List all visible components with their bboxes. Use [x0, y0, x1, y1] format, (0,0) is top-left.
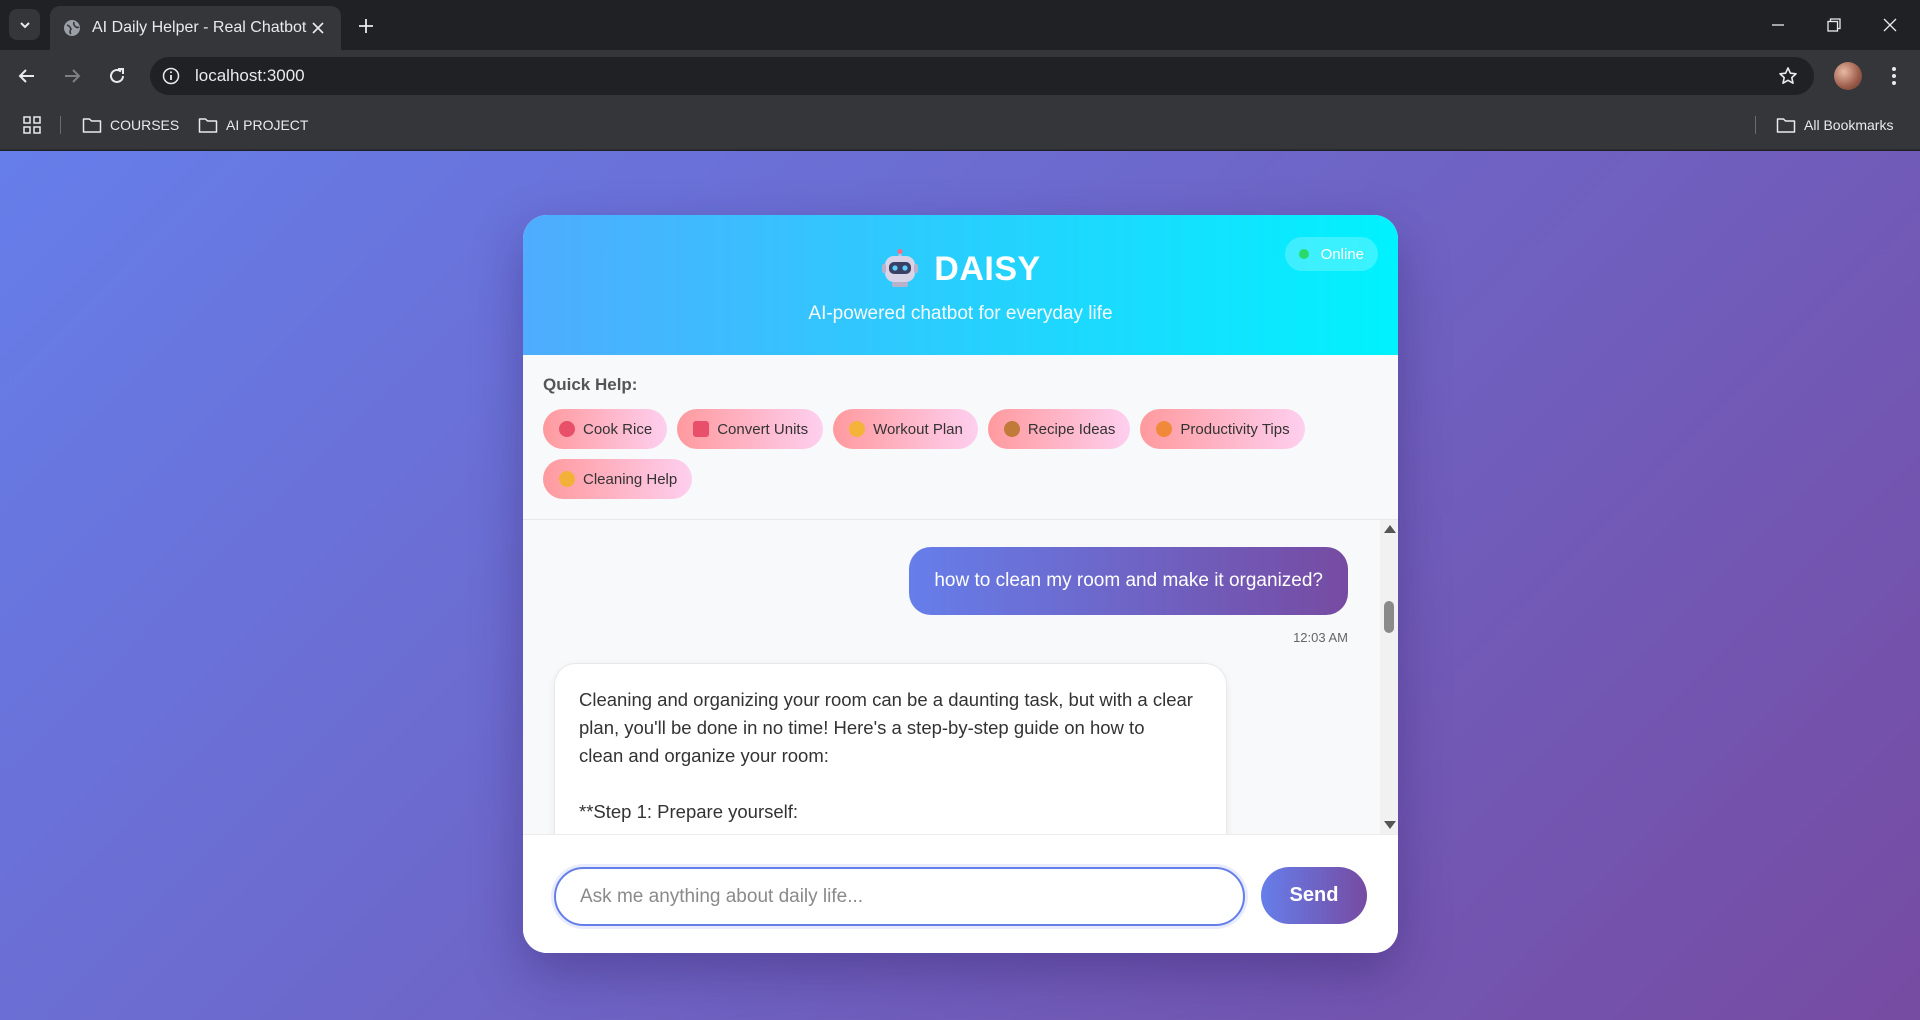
bookmark-folder-ai-project[interactable]: AI PROJECT: [198, 113, 308, 137]
sponge-icon: [559, 471, 575, 487]
quick-action-productivity-tips[interactable]: Productivity Tips: [1140, 409, 1305, 449]
chevron-down-icon: [19, 21, 30, 28]
chat-title: DAISY: [934, 249, 1041, 288]
arrow-left-icon: [18, 69, 34, 83]
site-info-button[interactable]: [153, 58, 189, 94]
plus-icon: [359, 19, 373, 33]
minimize-icon: [1772, 24, 1784, 26]
status-text: Online: [1320, 245, 1364, 263]
robot-icon: [882, 249, 919, 287]
rice-bowl-icon: [559, 421, 575, 437]
chip-label: Cook Rice: [583, 420, 653, 438]
bot-message-bubble: Cleaning and organizing your room can be…: [554, 663, 1227, 834]
quick-help-chips: Cook Rice Convert Units Workout Plan Rec…: [543, 409, 1363, 509]
restore-button[interactable]: [1806, 0, 1862, 50]
folder-icon: [1776, 118, 1796, 133]
folder-icon: [198, 118, 218, 133]
send-button[interactable]: Send: [1261, 867, 1367, 924]
bulb-icon: [1156, 421, 1173, 437]
tab-close-button[interactable]: [307, 17, 329, 39]
scrollbar-thumb[interactable]: [1384, 601, 1394, 633]
browser-tab[interactable]: AI Daily Helper - Real Chatbot: [50, 6, 341, 50]
close-window-button[interactable]: [1862, 0, 1918, 50]
bookmarks-bar: COURSES AI PROJECT All Bookmarks: [0, 100, 1920, 150]
all-bookmarks-button[interactable]: All Bookmarks: [1776, 113, 1893, 137]
chat-header: DAISY AI-powered chatbot for everyday li…: [523, 215, 1398, 355]
all-bookmarks-label: All Bookmarks: [1804, 117, 1894, 133]
status-dot-icon: [1298, 249, 1309, 259]
forward-button[interactable]: [56, 60, 88, 92]
chip-label: Cleaning Help: [583, 470, 678, 488]
status-badge: Online: [1284, 237, 1378, 271]
herb-icon: [1003, 421, 1020, 437]
restore-icon: [1827, 18, 1841, 32]
bookmark-folder-courses[interactable]: COURSES: [82, 113, 179, 137]
bot-message-line: Cleaning and organizing your room can be…: [579, 689, 1193, 710]
bot-message-line: clean and organize your room:: [579, 745, 829, 766]
folder-icon: [82, 118, 102, 133]
apps-button[interactable]: [22, 113, 50, 137]
close-icon: [312, 22, 324, 34]
bookmark-star-button[interactable]: [1770, 58, 1806, 94]
bookmark-label: COURSES: [110, 117, 180, 133]
close-icon: [1883, 18, 1897, 32]
chip-label: Recipe Ideas: [1027, 420, 1116, 438]
quick-action-workout-plan[interactable]: Workout Plan: [833, 409, 978, 449]
info-icon: [162, 67, 180, 85]
star-icon: [1779, 67, 1797, 84]
back-button[interactable]: [11, 60, 43, 92]
bookmark-separator: [1755, 116, 1756, 134]
browser-toolbar: localhost:3000: [0, 50, 1920, 100]
quick-help-label: Quick Help:: [543, 375, 638, 394]
address-bar[interactable]: localhost:3000: [150, 57, 1814, 95]
quick-action-cleaning-help[interactable]: Cleaning Help: [543, 459, 693, 499]
chip-label: Convert Units: [717, 420, 809, 438]
chip-label: Workout Plan: [873, 420, 963, 438]
quick-help-panel: Quick Help: Cook Rice Convert Units Work…: [523, 355, 1398, 520]
message-scrollbar[interactable]: [1380, 520, 1398, 834]
message-timestamp: 12:03 AM: [1293, 630, 1348, 645]
arrow-right-icon: [65, 69, 81, 83]
user-message-bubble: how to clean my room and make it organiz…: [909, 547, 1348, 615]
chat-container: DAISY AI-powered chatbot for everyday li…: [523, 215, 1398, 953]
browser-menu-button[interactable]: [1880, 60, 1908, 92]
chip-label: Productivity Tips: [1180, 420, 1290, 438]
page-viewport: DAISY AI-powered chatbot for everyday li…: [0, 151, 1920, 1020]
chat-subtitle: AI-powered chatbot for everyday life: [808, 303, 1113, 324]
chat-message-input[interactable]: [554, 867, 1245, 926]
profile-avatar[interactable]: [1834, 62, 1862, 90]
cup-icon: [693, 421, 710, 437]
more-vertical-icon: [1892, 67, 1896, 85]
apps-grid-icon: [23, 116, 41, 134]
quick-action-cook-rice[interactable]: Cook Rice: [543, 409, 668, 449]
reload-icon: [110, 68, 124, 83]
scroll-up-arrow-icon[interactable]: [1384, 525, 1396, 533]
bookmark-separator: [60, 116, 61, 134]
globe-icon: [64, 20, 80, 36]
minimize-button[interactable]: [1750, 0, 1806, 50]
reload-button[interactable]: [101, 60, 133, 92]
tab-title: AI Daily Helper - Real Chatbot: [92, 19, 307, 36]
bot-message-line: plan, you'll be done in no time! Here's …: [579, 717, 1145, 738]
user-message-text: how to clean my room and make it organiz…: [934, 570, 1323, 591]
scroll-down-arrow-icon[interactable]: [1384, 821, 1396, 829]
tab-search-button[interactable]: [9, 9, 40, 40]
quick-action-recipe-ideas[interactable]: Recipe Ideas: [987, 409, 1131, 449]
message-list[interactable]: how to clean my room and make it organiz…: [523, 520, 1398, 834]
muscle-icon: [849, 421, 866, 437]
bookmark-label: AI PROJECT: [226, 117, 309, 133]
url-text[interactable]: localhost:3000: [195, 66, 1770, 86]
bot-message-line: **Step 1: Prepare yourself:: [579, 801, 799, 822]
browser-tab-bar: AI Daily Helper - Real Chatbot: [0, 0, 1920, 50]
chat-input-area: Send: [523, 834, 1398, 953]
quick-action-convert-units[interactable]: Convert Units: [677, 409, 824, 449]
new-tab-button[interactable]: [352, 12, 380, 40]
